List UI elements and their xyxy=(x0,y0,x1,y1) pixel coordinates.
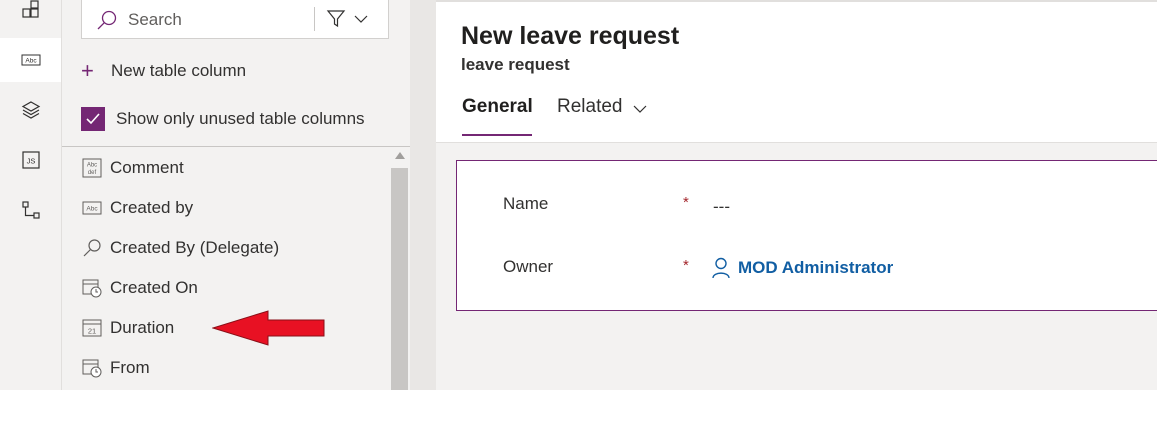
svg-text:Abc: Abc xyxy=(86,206,98,213)
search-box[interactable]: Search xyxy=(81,0,389,39)
scrollbar-thumb[interactable] xyxy=(391,168,408,390)
datetime-icon xyxy=(81,277,103,299)
tab-selected-indicator xyxy=(462,134,532,136)
field-label: Created by xyxy=(110,198,194,217)
form-subtitle: leave request xyxy=(461,55,570,74)
left-rail: Abc JS xyxy=(0,0,62,390)
tree-view-button[interactable] xyxy=(0,88,61,132)
svg-text:JS: JS xyxy=(26,157,35,166)
field-item-from[interactable]: From xyxy=(81,355,150,381)
form-canvas: New leave request leave request General … xyxy=(436,0,1157,390)
owner-label: Owner xyxy=(503,257,554,276)
flow-icon xyxy=(21,201,40,219)
lookup-icon xyxy=(81,237,103,259)
svg-text:def: def xyxy=(88,170,97,176)
person-icon xyxy=(712,257,730,279)
tab-general[interactable]: General xyxy=(462,96,533,136)
red-arrow-icon xyxy=(212,310,325,346)
chevron-down-icon xyxy=(633,105,646,113)
pane-gutter xyxy=(410,0,436,390)
text-field-icon: Abc xyxy=(21,54,40,66)
field-item-created-by[interactable]: Abc Created by xyxy=(81,195,193,221)
form-title: New leave request xyxy=(461,22,680,50)
js-file-icon: JS xyxy=(21,151,40,169)
field-label: Created By (Delegate) xyxy=(110,238,280,257)
svg-text:Abc: Abc xyxy=(87,163,97,169)
field-item-duration[interactable]: 21 Duration xyxy=(81,315,174,341)
field-list: Abc def Comment Abc Created by Created B… xyxy=(62,147,390,390)
text-icon: Abc xyxy=(81,197,103,219)
owner-value: MOD Administrator xyxy=(738,258,894,277)
search-icon xyxy=(96,9,118,36)
filter-button[interactable] xyxy=(326,5,386,33)
new-table-column-button[interactable]: + New table column xyxy=(81,58,246,84)
checkmark-icon xyxy=(86,113,100,125)
tab-label: General xyxy=(462,96,533,117)
field-item-created-on[interactable]: Created On xyxy=(81,275,198,301)
scroll-up-arrow[interactable] xyxy=(395,152,405,159)
form-header: New leave request leave request General … xyxy=(436,0,1157,143)
components-icon xyxy=(21,0,39,18)
name-label: Name xyxy=(503,194,549,213)
plus-icon: + xyxy=(81,58,94,83)
multiline-text-icon: Abc def xyxy=(81,157,103,179)
show-unused-checkbox-row[interactable]: Show only unused table columns xyxy=(81,106,365,132)
name-field[interactable]: --- xyxy=(713,197,730,217)
components-button[interactable] xyxy=(0,0,61,32)
tab-related[interactable]: Related xyxy=(557,96,647,136)
business-rules-button[interactable] xyxy=(0,188,61,232)
required-indicator: * xyxy=(683,194,689,211)
search-separator xyxy=(314,7,315,31)
field-label: From xyxy=(110,358,150,377)
field-item-created-by-delegate[interactable]: Created By (Delegate) xyxy=(81,235,279,261)
field-label: Created On xyxy=(110,278,198,297)
owner-lookup-link[interactable]: MOD Administrator xyxy=(711,257,893,279)
form-designer: Abc JS Search + New table column Show on… xyxy=(0,0,1157,390)
field-label: Comment xyxy=(110,158,184,177)
calendar-icon: 21 xyxy=(81,317,103,339)
table-columns-button[interactable]: Abc xyxy=(0,38,61,82)
required-indicator: * xyxy=(683,257,689,274)
chevron-down-icon xyxy=(354,15,368,23)
tab-label: Related xyxy=(557,96,623,117)
layers-icon xyxy=(21,101,40,119)
show-unused-label: Show only unused table columns xyxy=(116,109,365,128)
form-libraries-button[interactable]: JS xyxy=(0,138,61,182)
filter-icon xyxy=(326,10,346,28)
new-table-column-label: New table column xyxy=(111,61,247,80)
show-unused-checkbox[interactable] xyxy=(81,107,105,131)
search-input[interactable]: Search xyxy=(128,10,182,30)
svg-text:21: 21 xyxy=(88,327,96,336)
datetime-icon xyxy=(81,357,103,379)
field-label: Duration xyxy=(110,318,175,337)
general-section[interactable]: Name * --- Owner * MOD Administrator xyxy=(456,160,1157,311)
field-item-comment[interactable]: Abc def Comment xyxy=(81,155,184,181)
svg-text:Abc: Abc xyxy=(25,58,37,65)
